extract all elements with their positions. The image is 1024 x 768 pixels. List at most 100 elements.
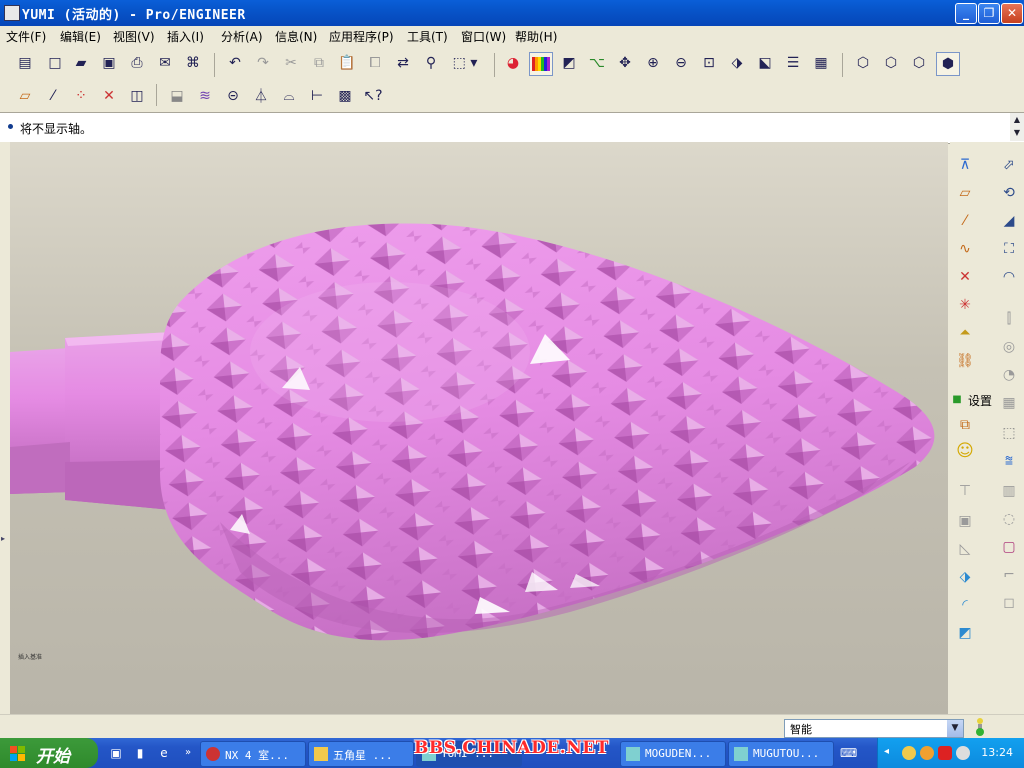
draft-check-icon[interactable]: ⏃ bbox=[250, 85, 272, 107]
quicklaunch-more-icon[interactable]: » bbox=[180, 745, 196, 761]
color-appearance-icon[interactable]: ◕ bbox=[502, 52, 524, 74]
paste-special-icon[interactable]: ⧠ bbox=[364, 52, 386, 74]
annotation-display-icon[interactable]: ◫ bbox=[126, 85, 148, 107]
sketch-tool-icon[interactable]: ⊼ bbox=[954, 154, 976, 176]
context-help-icon[interactable]: ↖? bbox=[362, 85, 384, 107]
scroll-up-icon[interactable]: ▲ bbox=[1011, 114, 1023, 126]
copy-icon[interactable]: ⧉ bbox=[308, 52, 330, 74]
regenerate-icon[interactable]: ⇄ bbox=[392, 52, 414, 74]
quicklaunch-media-icon[interactable]: ▮ bbox=[132, 745, 148, 761]
csys-icon[interactable]: ✳ bbox=[954, 294, 976, 316]
reorient-icon[interactable]: ⬗ bbox=[726, 52, 748, 74]
datum-curve-icon[interactable]: ∿ bbox=[954, 238, 976, 260]
menu-insert[interactable]: 插入(I) bbox=[167, 28, 204, 45]
cut-icon[interactable]: ✂ bbox=[280, 52, 302, 74]
close-button[interactable]: ✕ bbox=[1001, 3, 1023, 24]
model-display-icon[interactable] bbox=[529, 52, 553, 76]
feature-lock-icon[interactable]: ⬓ bbox=[166, 85, 188, 107]
analysis-feature-icon[interactable]: ⏶ bbox=[954, 322, 976, 344]
maximize-button[interactable]: ❐ bbox=[978, 3, 1000, 24]
merge-icon[interactable]: ◎ bbox=[998, 336, 1020, 358]
shared-data-icon[interactable]: ⧉ bbox=[954, 414, 976, 436]
zoom-in-icon[interactable]: ⊕ bbox=[642, 52, 664, 74]
datum-point-icon[interactable]: ✕ bbox=[954, 266, 976, 288]
volume-icon[interactable] bbox=[956, 746, 970, 760]
blend-icon[interactable]: ⛶ bbox=[998, 238, 1020, 260]
antivirus-icon[interactable] bbox=[938, 746, 952, 760]
taskbar-item[interactable]: MOGUDEN... bbox=[620, 741, 726, 767]
taskbar-item[interactable]: MUGUTOU... bbox=[728, 741, 834, 767]
revolve-icon[interactable]: ⟲ bbox=[998, 182, 1020, 204]
no-hidden-icon[interactable]: ⬡ bbox=[908, 52, 930, 74]
network-icon[interactable]: ⌥ bbox=[586, 52, 608, 74]
menu-applications[interactable]: 应用程序(P) bbox=[329, 28, 394, 45]
offset-icon[interactable]: ⬚ bbox=[998, 422, 1020, 444]
menu-file[interactable]: 文件(F) bbox=[6, 28, 46, 45]
wrap-icon[interactable]: ⩰ bbox=[998, 450, 1020, 472]
shading-icon[interactable]: ⬢ bbox=[936, 52, 960, 76]
datum-axis-icon[interactable]: ⁄ bbox=[954, 210, 976, 232]
spin-center-icon[interactable]: ✥ bbox=[614, 52, 636, 74]
saved-views-icon[interactable]: ⬕ bbox=[754, 52, 776, 74]
draft-icon[interactable]: ⬗ bbox=[954, 566, 976, 588]
quicklaunch-desktop-icon[interactable]: ▣ bbox=[108, 745, 124, 761]
save-icon[interactable]: ▣ bbox=[98, 52, 120, 74]
shade-icon[interactable]: ⌓ bbox=[278, 85, 300, 107]
minimize-button[interactable]: _ bbox=[955, 3, 977, 24]
taskbar-item[interactable]: NX 4 室... bbox=[200, 741, 306, 767]
find-icon[interactable]: ⚲ bbox=[420, 52, 442, 74]
start-button[interactable]: 开始 bbox=[0, 738, 98, 768]
chamfer-icon[interactable]: ◩ bbox=[954, 622, 976, 644]
hole-icon[interactable]: ⊤ bbox=[954, 480, 976, 502]
style-icon[interactable]: ▢ bbox=[998, 536, 1020, 558]
curve-analysis-icon[interactable]: ≋ bbox=[194, 85, 216, 107]
smiley-tray-icon[interactable] bbox=[920, 746, 934, 760]
section-icon[interactable]: ⊝ bbox=[222, 85, 244, 107]
trim-icon[interactable]: ◔ bbox=[998, 364, 1020, 386]
mirror-icon[interactable]: ⫿ bbox=[998, 308, 1020, 330]
qq-icon[interactable] bbox=[902, 746, 916, 760]
tray-arrow-icon[interactable]: ◂ bbox=[884, 746, 898, 760]
settings-label[interactable]: 设置 bbox=[968, 392, 992, 409]
refit-icon[interactable]: ⊡ bbox=[698, 52, 720, 74]
extrude-icon[interactable]: ⬀ bbox=[998, 154, 1020, 176]
undo-icon[interactable]: ↶ bbox=[224, 52, 246, 74]
datum-plane-icon[interactable]: ▱ bbox=[954, 182, 976, 204]
graphics-window[interactable]: 插入基准 bbox=[10, 142, 948, 714]
model-tree-splitter[interactable]: ▸ bbox=[0, 142, 10, 714]
smiley-icon[interactable]: ☺ bbox=[954, 440, 976, 462]
boundary-icon[interactable]: ◠ bbox=[998, 266, 1020, 288]
view-manager-icon[interactable]: ▦ bbox=[810, 52, 832, 74]
solidify-icon[interactable]: ◌ bbox=[998, 508, 1020, 530]
datum-plane-display-icon[interactable]: ▱ bbox=[14, 85, 36, 107]
send-mail-icon[interactable]: ✉ bbox=[154, 52, 176, 74]
sketch-view-icon[interactable]: ◩ bbox=[558, 52, 580, 74]
datum-axis-display-icon[interactable]: ⁄ bbox=[42, 85, 64, 107]
zoom-out-icon[interactable]: ⊖ bbox=[670, 52, 692, 74]
link-icon[interactable]: ⛓ bbox=[954, 350, 976, 372]
new-file-icon[interactable]: □ bbox=[44, 52, 66, 74]
menu-analysis[interactable]: 分析(A) bbox=[221, 28, 263, 45]
quicklaunch-ie-icon[interactable]: e bbox=[156, 745, 172, 761]
datum-point-display-icon[interactable]: ⁘ bbox=[70, 85, 92, 107]
layers-icon[interactable]: ☰ bbox=[782, 52, 804, 74]
expand-arrow-icon[interactable]: ▸ bbox=[1, 534, 5, 543]
shell-icon[interactable]: ▣ bbox=[954, 510, 976, 532]
message-scrollbar[interactable]: ▲ ▼ bbox=[1010, 113, 1024, 141]
measure-icon[interactable]: ⊢ bbox=[306, 85, 328, 107]
csys-display-icon[interactable]: ✕ bbox=[98, 85, 120, 107]
thicken-icon[interactable]: ▥ bbox=[998, 480, 1020, 502]
wireframe-icon[interactable]: ⬡ bbox=[852, 52, 874, 74]
hidden-line-icon[interactable]: ⬡ bbox=[880, 52, 902, 74]
round-icon[interactable]: ◜ bbox=[954, 594, 976, 616]
scroll-down-icon[interactable]: ▼ bbox=[1011, 127, 1023, 139]
taskbar-item[interactable]: 五角星 ... bbox=[308, 741, 414, 767]
print-icon[interactable]: ⎙ bbox=[126, 52, 148, 74]
send-link-icon[interactable]: ⌘ bbox=[182, 52, 204, 74]
mass-properties-icon[interactable]: ▩ bbox=[334, 85, 356, 107]
flatten-icon[interactable]: ⌐ bbox=[998, 564, 1020, 586]
sweep-icon[interactable]: ◢ bbox=[998, 210, 1020, 232]
menu-tools[interactable]: 工具(T) bbox=[407, 28, 448, 45]
menu-help[interactable]: 帮助(H) bbox=[515, 28, 557, 45]
menu-view[interactable]: 视图(V) bbox=[113, 28, 155, 45]
